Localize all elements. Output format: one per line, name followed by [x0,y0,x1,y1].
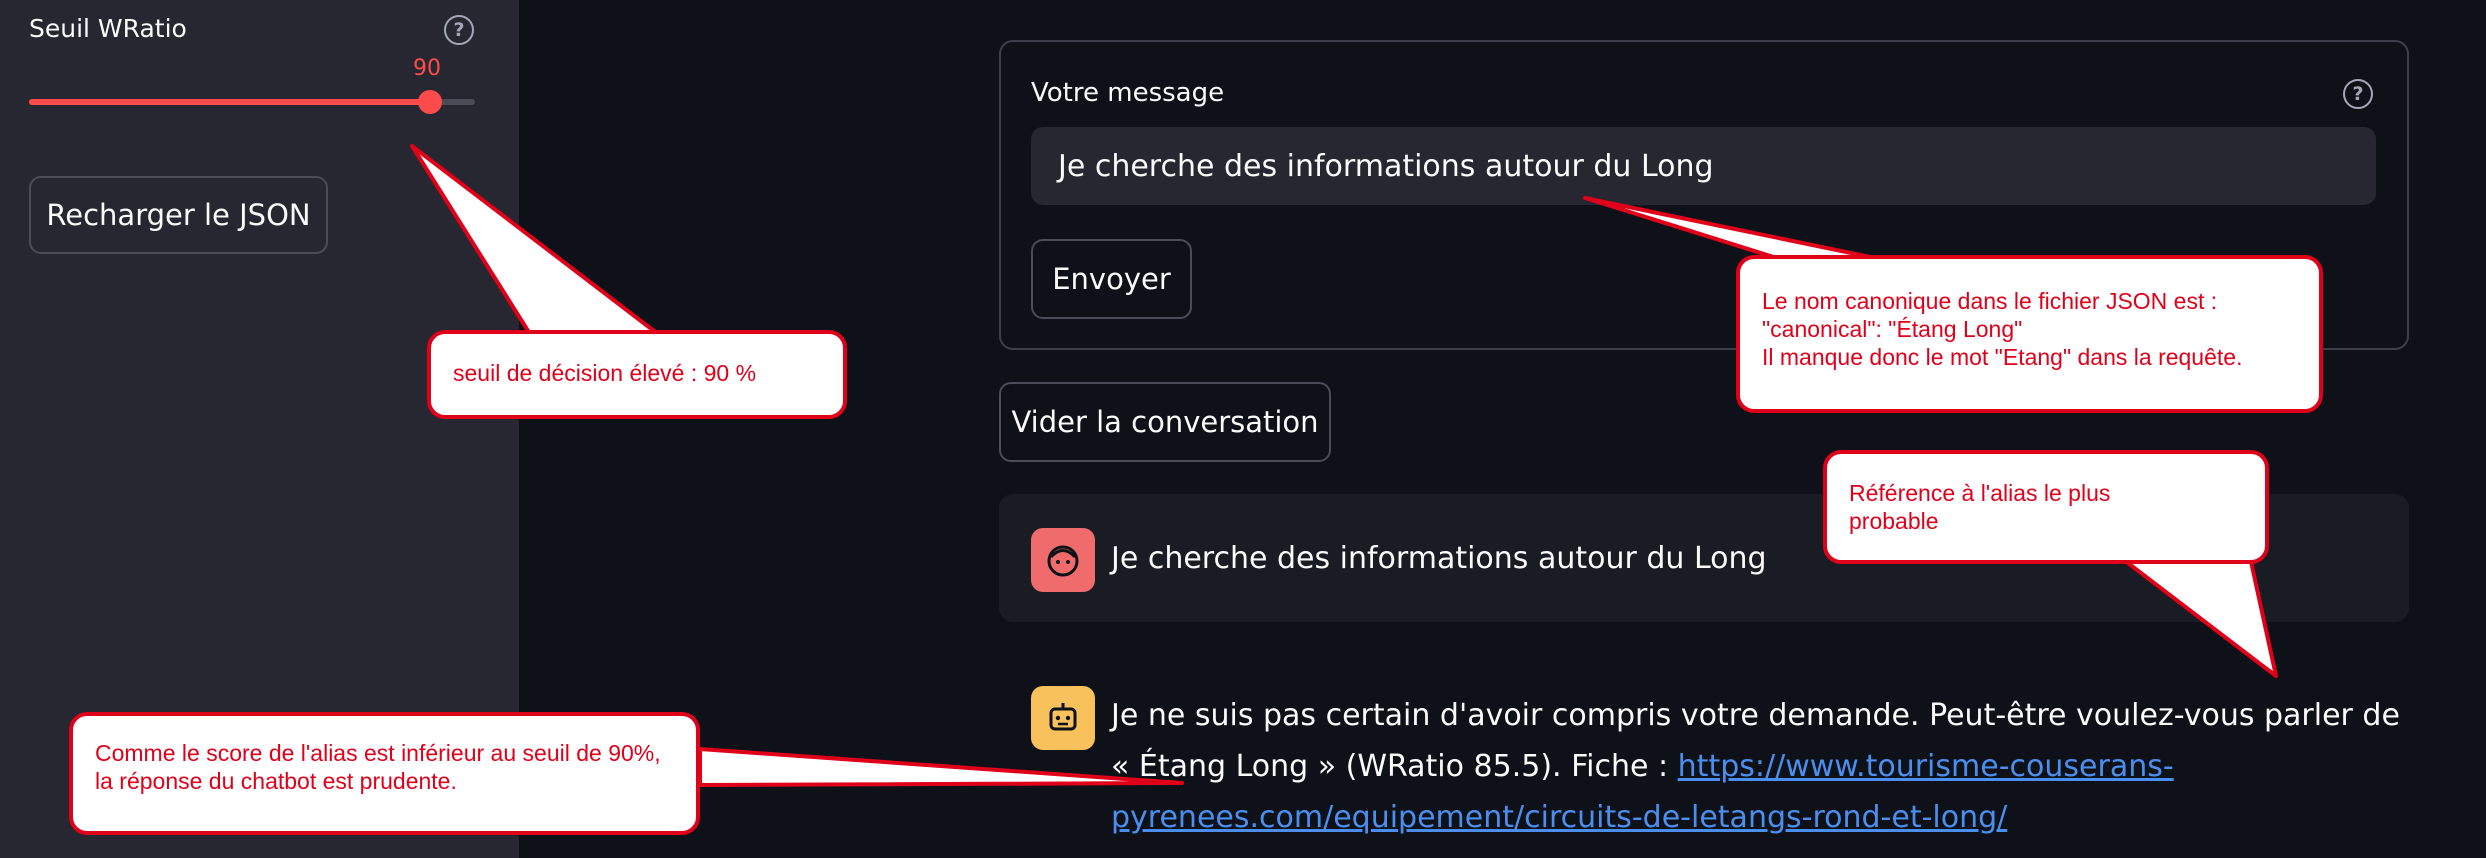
alias-callout-text: Référence à l'alias le plus probable [1849,480,2111,534]
threshold-callout: seuil de décision élevé : 90 % [427,330,847,419]
threshold-callout-text: seuil de décision élevé : 90 % [453,360,757,386]
canonical-callout-line: Il manque donc le mot "Etang" dans la re… [1762,344,2243,370]
score-callout: Comme le score de l'alias est inférieur … [69,712,700,835]
score-callout-text: Comme le score de l'alias est inférieur … [95,740,661,794]
alias-callout: Référence à l'alias le plus probable [1823,450,2269,564]
canonical-callout-line: Le nom canonique dans le fichier JSON es… [1762,288,2218,314]
canonical-callout: Le nom canonique dans le fichier JSON es… [1736,255,2323,413]
canonical-callout-line: "canonical": "Étang Long" [1762,316,2023,342]
